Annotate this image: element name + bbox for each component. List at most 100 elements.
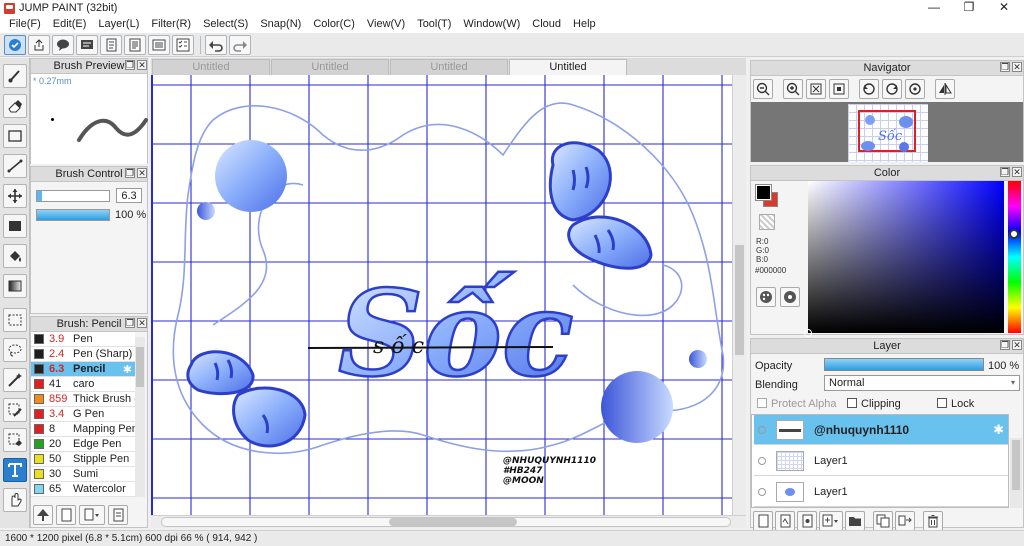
menu-view[interactable]: View(V) bbox=[361, 16, 411, 33]
menu-cloud[interactable]: Cloud bbox=[526, 16, 567, 33]
document-list-button[interactable] bbox=[124, 34, 146, 55]
color-picker-cursor[interactable] bbox=[804, 329, 812, 337]
tool-rect-select[interactable] bbox=[3, 124, 27, 148]
layer-visibility-icon[interactable] bbox=[758, 487, 766, 496]
add-layer-menu-button[interactable] bbox=[819, 511, 843, 531]
layer-scroll-thumb[interactable] bbox=[1012, 440, 1020, 490]
panel-float-icon[interactable]: ❐ bbox=[1000, 340, 1010, 350]
navigator-preview[interactable]: Sốc bbox=[751, 102, 1023, 162]
tab-untitled-2[interactable]: Untitled bbox=[271, 59, 389, 75]
panel-close-icon[interactable]: ✕ bbox=[137, 60, 147, 70]
layer-row-text[interactable]: @nhuquynh1110 ✱ bbox=[754, 415, 1008, 445]
tool-eraser[interactable] bbox=[3, 94, 27, 118]
zoom-out-button[interactable] bbox=[753, 79, 773, 99]
brush-opacity-slider[interactable] bbox=[36, 209, 110, 221]
hue-slider-handle[interactable] bbox=[1009, 229, 1019, 239]
flip-horizontal-button[interactable] bbox=[935, 79, 955, 99]
brush-download-button[interactable] bbox=[33, 505, 53, 525]
merge-layer-button[interactable] bbox=[895, 511, 915, 531]
minimize-button[interactable]: — bbox=[917, 0, 951, 16]
tab-untitled-1[interactable]: Untitled bbox=[152, 59, 270, 75]
close-button[interactable]: ✕ bbox=[987, 0, 1021, 16]
hue-slider[interactable] bbox=[1008, 181, 1021, 333]
canvas-horizontal-scrollbar[interactable] bbox=[151, 515, 746, 528]
canvas-hscroll-thumb[interactable] bbox=[389, 518, 517, 526]
duplicate-layer-button[interactable] bbox=[873, 511, 893, 531]
panel-close-icon[interactable]: ✕ bbox=[1012, 62, 1022, 72]
menu-file[interactable]: File(F) bbox=[3, 16, 47, 33]
menu-edit[interactable]: Edit(E) bbox=[47, 16, 93, 33]
panel-close-icon[interactable]: ✕ bbox=[1012, 167, 1022, 177]
rotate-left-button[interactable] bbox=[859, 79, 879, 99]
checklist-button[interactable] bbox=[172, 34, 194, 55]
new-halftone-layer-button[interactable] bbox=[797, 511, 817, 531]
menu-color[interactable]: Color(C) bbox=[307, 16, 361, 33]
panel-close-icon[interactable]: ✕ bbox=[137, 318, 147, 328]
message-button[interactable] bbox=[76, 34, 98, 55]
tool-hand[interactable] bbox=[3, 488, 27, 512]
menu-help[interactable]: Help bbox=[567, 16, 602, 33]
tool-select-pen[interactable] bbox=[3, 398, 27, 422]
layer-settings-gear-icon[interactable]: ✱ bbox=[993, 422, 1004, 438]
tool-fill-rect[interactable] bbox=[3, 214, 27, 238]
menu-window[interactable]: Window(W) bbox=[457, 16, 526, 33]
brush-settings-button[interactable] bbox=[108, 505, 128, 525]
list-view-button[interactable] bbox=[148, 34, 170, 55]
protect-alpha-checkbox[interactable] bbox=[757, 398, 767, 408]
foreground-color-swatch[interactable] bbox=[755, 184, 772, 201]
delete-layer-button[interactable] bbox=[923, 511, 943, 531]
redo-button[interactable] bbox=[229, 34, 251, 55]
tool-move[interactable] bbox=[3, 184, 27, 208]
tool-gradient[interactable] bbox=[3, 274, 27, 298]
panel-float-icon[interactable]: ❐ bbox=[125, 318, 135, 328]
brush-item-pen[interactable]: 3.9 Pen bbox=[31, 332, 135, 347]
saturation-value-picker[interactable] bbox=[804, 181, 1004, 337]
blending-select[interactable]: Normal ▾ bbox=[824, 375, 1020, 391]
brush-item-mapping-pen[interactable]: 8 Mapping Pen bbox=[31, 422, 135, 437]
brush-item-pen-sharp[interactable]: 2.4 Pen (Sharp) bbox=[31, 347, 135, 362]
tool-brush[interactable] bbox=[3, 64, 27, 88]
layer-row-layer1-a[interactable]: Layer1 bbox=[754, 446, 1008, 476]
cloud-sync-button[interactable] bbox=[4, 34, 26, 55]
tab-untitled-active[interactable]: Untitled bbox=[509, 59, 627, 75]
maximize-button[interactable]: ❐ bbox=[952, 0, 986, 16]
clipping-checkbox[interactable] bbox=[847, 398, 857, 408]
brush-item-g-pen[interactable]: 3.4 G Pen bbox=[31, 407, 135, 422]
page-button[interactable] bbox=[100, 34, 122, 55]
panel-float-icon[interactable]: ❐ bbox=[1000, 62, 1010, 72]
canvas-vscroll-thumb[interactable] bbox=[735, 245, 744, 355]
new-folder-button[interactable] bbox=[845, 511, 865, 531]
menu-filter[interactable]: Filter(R) bbox=[145, 16, 197, 33]
layer-visibility-icon[interactable] bbox=[758, 425, 766, 434]
transparent-color-swatch[interactable] bbox=[759, 214, 775, 230]
tab-untitled-3[interactable]: Untitled bbox=[390, 59, 508, 75]
share-button[interactable] bbox=[28, 34, 50, 55]
drawing-canvas[interactable]: Sốc s ố c @NHUQUYNH1110 #HB247 @MOON bbox=[151, 75, 732, 515]
layer-list-scrollbar[interactable] bbox=[1010, 438, 1022, 508]
tool-lasso[interactable] bbox=[3, 338, 27, 362]
menu-tool[interactable]: Tool(T) bbox=[411, 16, 457, 33]
zoom-in-button[interactable] bbox=[783, 79, 803, 99]
undo-button[interactable] bbox=[205, 34, 227, 55]
brush-menu-button[interactable] bbox=[79, 505, 105, 525]
brush-size-value[interactable]: 6.3 bbox=[116, 188, 142, 203]
menu-layer[interactable]: Layer(L) bbox=[92, 16, 145, 33]
panel-close-icon[interactable]: ✕ bbox=[1012, 340, 1022, 350]
rotate-right-button[interactable] bbox=[882, 79, 902, 99]
new-raster-layer-button[interactable] bbox=[775, 511, 795, 531]
layer-opacity-slider[interactable] bbox=[824, 358, 984, 371]
palette-button[interactable] bbox=[756, 287, 776, 307]
panel-close-icon[interactable]: ✕ bbox=[137, 168, 147, 178]
rotate-reset-button[interactable] bbox=[905, 79, 925, 99]
brush-size-slider[interactable] bbox=[36, 190, 110, 202]
tool-select-eraser[interactable] bbox=[3, 428, 27, 452]
lock-checkbox[interactable] bbox=[937, 398, 947, 408]
brush-item-caro[interactable]: 41 caro bbox=[31, 377, 135, 392]
canvas-vertical-scrollbar[interactable] bbox=[732, 75, 746, 515]
tool-text[interactable] bbox=[3, 458, 27, 482]
brush-item-pencil[interactable]: 6.3 Pencil ✱ bbox=[31, 362, 135, 377]
brush-list-scrollbar[interactable] bbox=[135, 337, 145, 497]
tool-dotted-select[interactable] bbox=[3, 308, 27, 332]
brush-settings-gear-icon[interactable]: ✱ bbox=[123, 363, 132, 376]
brush-item-thick-brush[interactable]: 859 Thick Brush (S bbox=[31, 392, 135, 407]
